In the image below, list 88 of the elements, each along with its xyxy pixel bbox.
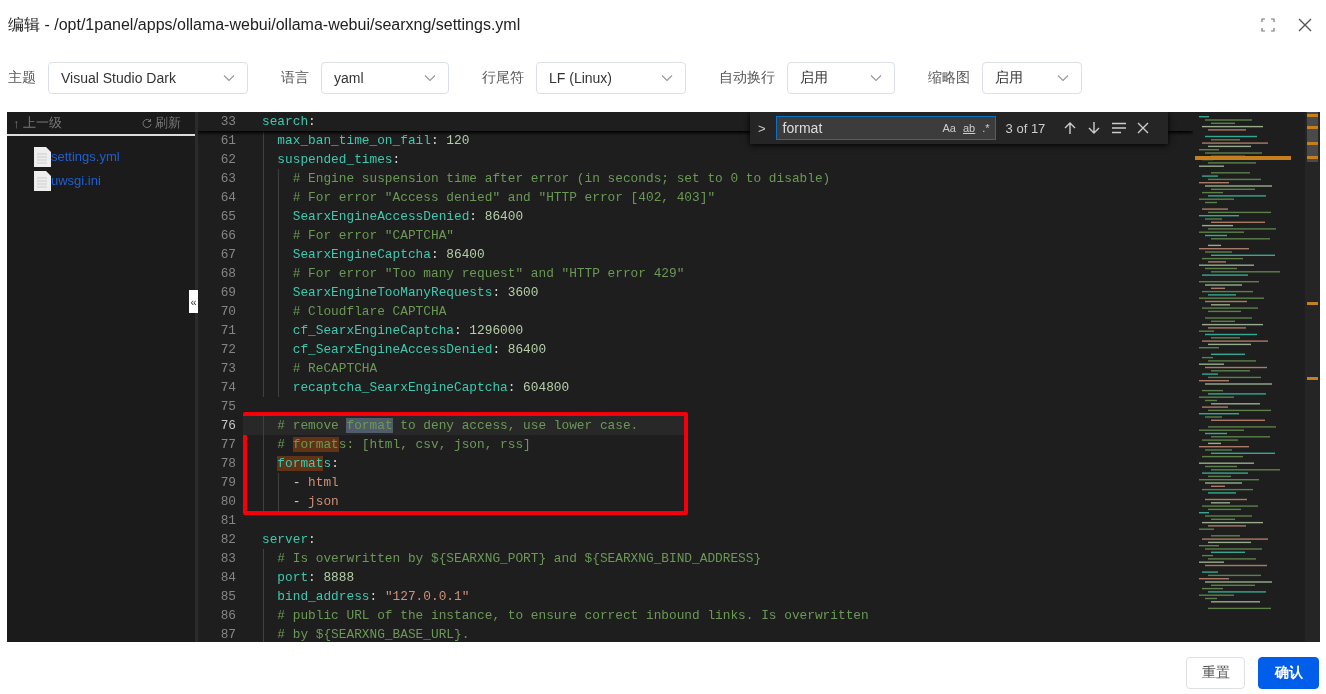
line-number: 83 xyxy=(219,551,236,566)
refresh-button[interactable]: 刷新 xyxy=(142,114,181,132)
caret-icon xyxy=(870,74,882,82)
option-label: 行尾符 xyxy=(482,69,524,87)
line-number: 63 xyxy=(219,171,236,186)
code-line: # For error "Too many request" and "HTTP error 429" xyxy=(291,266,685,281)
code-line: # Engine suspension time after error (in seconds; set to 0 to disable) xyxy=(291,171,831,186)
collapse-handle[interactable]: « xyxy=(189,290,198,313)
line-number: 64 xyxy=(219,190,236,205)
arrow-down-icon[interactable] xyxy=(1087,121,1102,135)
line-number: 61 xyxy=(219,133,236,148)
code-line: max_ban_time_on_fail: 120 xyxy=(276,133,470,148)
code-line: # public URL of the instance, to ensure correct inbound links. Is overwritten xyxy=(276,608,869,623)
option-select[interactable]: LF (Linux) xyxy=(536,62,686,94)
dialog-title: 编辑 - /opt/1panel/apps/ollama-webui/ollama-webui/searxng/settings.yml xyxy=(8,14,521,35)
match-count: 3 of 17 xyxy=(1005,120,1046,136)
code-line: # For error "CAPTCHA" xyxy=(291,228,454,243)
option-select[interactable]: 启用 xyxy=(982,62,1082,94)
code-line: # by ${SEARXNG_BASE_URL}. xyxy=(276,627,470,642)
caret-icon xyxy=(424,74,436,82)
option-select[interactable]: 启用 xyxy=(787,62,895,94)
code-line: formats: xyxy=(276,456,339,471)
code-line: port: 8888 xyxy=(276,570,355,585)
option-label: 语言 xyxy=(281,69,309,87)
close-icon[interactable] xyxy=(1298,18,1312,32)
confirm-button[interactable]: 确认 xyxy=(1258,657,1319,689)
line-number: 67 xyxy=(219,247,236,262)
code-line: cf_SearxEngineAccessDenied: 86400 xyxy=(291,342,547,357)
code-line: SearxEngineAccessDenied: 86400 xyxy=(291,209,524,224)
line-number: 76 xyxy=(219,418,236,433)
caret-icon xyxy=(223,74,235,82)
line-number: 77 xyxy=(219,437,236,452)
reset-button[interactable]: 重置 xyxy=(1186,657,1245,689)
caret-icon xyxy=(1057,74,1069,82)
code-line: # Cloudflare CAPTCHA xyxy=(291,304,447,319)
lines-icon[interactable] xyxy=(1111,122,1128,134)
line-number: 66 xyxy=(219,228,236,243)
line-number: 62 xyxy=(219,152,236,167)
code-line: # remove format to deny access, use lower case. xyxy=(276,418,639,433)
code-line: SearxEngineTooManyRequests: 3600 xyxy=(291,285,539,300)
code-line: - html xyxy=(291,475,339,490)
line-number: 87 xyxy=(219,627,236,642)
find-field[interactable]: format Aa ab .* xyxy=(775,116,996,140)
line-number: 65 xyxy=(219,209,236,224)
line-number: 72 xyxy=(219,342,236,357)
code-line: search: xyxy=(262,114,316,129)
search-option-toggle[interactable]: .* xyxy=(981,122,991,134)
line-number: 69 xyxy=(219,285,236,300)
line-number: 80 xyxy=(219,494,236,509)
option-label: 自动换行 xyxy=(719,69,775,87)
line-number: 71 xyxy=(219,323,236,338)
line-number: 82 xyxy=(219,532,236,547)
code-line: # Is overwritten by ${SEARXNG_PORT} and ${SEARXNG_BIND_ADDRESS} xyxy=(276,551,762,566)
line-number: 75 xyxy=(219,399,236,414)
line-number: 70 xyxy=(219,304,236,319)
line-number: 79 xyxy=(219,475,236,490)
code-line: # formats: [html, csv, json, rss] xyxy=(276,437,531,452)
option-label: 缩略图 xyxy=(928,69,970,87)
expand-toggle[interactable]: > xyxy=(758,120,766,136)
code-line: SearxEngineCaptcha: 86400 xyxy=(291,247,485,262)
search-option-toggle[interactable]: ab xyxy=(962,122,977,134)
code-editor[interactable]: 33 search: 61 max_ban_time_on_fail: 120 62 suspended_times: 63 # Engine suspension time after error (in seconds; set to 0 to disable) 64 # For error "Access denied" and "HTTP error [402, 403]" 65 SearxEngineAccessDenied: 86400 66 # For error "CAPTCHA" 67 SearxEngineCaptcha: 86400 68 # For error "Too many request" and "HTTP error 429" 69 SearxEngineTooManyRequests: 3600 70 # Cloudflare CAPTCHA 71 cf_SearxEngineCaptcha: 1296000 72 cf_SearxEngineAccessDenied: 86400 73 # ReCAPTCHA 74 recaptcha_SearxEngineCaptcha: 604800 75 76 # remove format to deny access, use lower case. 77 # formats: [html, csv, json, rss] 78 formats: 79 - html 80 - json 81 82 server: 83 # Is overwritten by ${SEARXNG_PORT} and ${SEARXNG_BIND_ADDRESS} 84 port: 8888 85 bind_address: "127.0.0.1" 86 # public URL of the instance, to ensure correct inbound links. Is overwritten 87 # by ${SEARXNG_BASE_URL}. > format Aa ab .* 3 of 17 xyxy=(198,112,1193,642)
code-line: cf_SearxEngineCaptcha: 1296000 xyxy=(291,323,524,338)
line-number: 74 xyxy=(219,380,236,395)
caret-icon xyxy=(661,74,673,82)
code-line: - json xyxy=(291,494,339,509)
code-line: recaptcha_SearxEngineCaptcha: 604800 xyxy=(291,380,570,395)
refresh-icon xyxy=(142,118,152,128)
line-number: 78 xyxy=(219,456,236,471)
line-number: 81 xyxy=(219,513,236,528)
arrow-up-icon[interactable] xyxy=(1063,121,1078,135)
code-line: suspended_times: xyxy=(276,152,401,167)
line-number: 85 xyxy=(219,589,236,604)
code-line: server: xyxy=(262,532,316,547)
file-icon xyxy=(34,146,51,167)
option-select[interactable]: Visual Studio Dark xyxy=(48,62,248,94)
line-number: 86 xyxy=(219,608,236,623)
code-line: bind_address: "127.0.0.1" xyxy=(276,589,470,604)
code-line: # ReCAPTCHA xyxy=(291,361,378,376)
line-number: 68 xyxy=(219,266,236,281)
scrollbar[interactable] xyxy=(1305,112,1320,642)
search-option-toggle[interactable]: Aa xyxy=(941,122,957,134)
line-number: 84 xyxy=(219,570,236,585)
code-line: # For error "Access denied" and "HTTP error [402, 403]" xyxy=(291,190,716,205)
file-icon xyxy=(34,170,51,191)
option-label: 主题 xyxy=(8,69,36,87)
option-select[interactable]: yaml xyxy=(321,62,449,94)
line-number: 73 xyxy=(219,361,236,376)
